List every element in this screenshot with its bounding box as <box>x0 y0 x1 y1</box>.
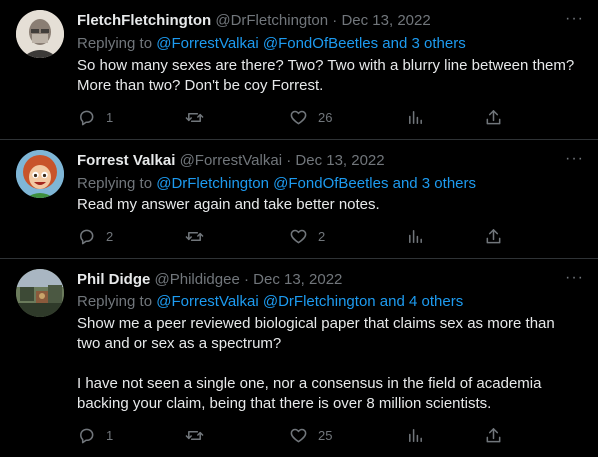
replying-to-label: Replying to <box>77 293 153 310</box>
retweet-button[interactable] <box>185 227 204 246</box>
tweet-text-line: I have not seen a single one, nor a cons… <box>77 375 542 392</box>
action-bar: 1 26 <box>77 108 507 128</box>
display-name[interactable]: Forrest Valkai <box>77 152 175 169</box>
analytics-icon <box>409 111 422 124</box>
like-button[interactable]: 2 <box>289 227 325 246</box>
mentions-link[interactable]: @ForrestValkai @DrFletchington and 4 oth… <box>156 293 463 310</box>
tweet-text-line: So how many sexes are there? Two? Two wi… <box>77 57 575 74</box>
like-button[interactable]: 25 <box>289 426 332 445</box>
tweet-header: FletchFletchington @DrFletchington · Dec… <box>77 12 431 29</box>
handle[interactable]: @ForrestValkai <box>180 152 282 169</box>
retweet-icon <box>185 430 204 441</box>
separator: · <box>332 12 338 29</box>
replying-to: Replying to @ForrestValkai @DrFletchingt… <box>77 293 463 310</box>
handle[interactable]: @DrFletchington <box>215 12 328 29</box>
reply-count: 1 <box>106 428 114 443</box>
more-options-icon[interactable]: ··· <box>565 269 584 287</box>
reply-button[interactable]: 2 <box>77 227 113 246</box>
reply-count: 1 <box>106 110 114 125</box>
tweet-text-line: More than two? Don't be coy Forrest. <box>77 77 324 94</box>
analytics-button[interactable] <box>406 426 425 445</box>
share-button[interactable] <box>484 108 503 127</box>
timestamp[interactable]: Dec 13, 2022 <box>253 271 342 288</box>
more-options-icon[interactable]: ··· <box>565 150 584 168</box>
avatar-image <box>16 150 64 198</box>
tweet-text: Show me a peer reviewed biological paper… <box>77 314 582 414</box>
avatar[interactable] <box>16 150 64 198</box>
reply-icon <box>80 110 94 126</box>
reply-icon <box>80 229 94 245</box>
avatar-image <box>16 10 64 58</box>
replying-to: Replying to @DrFletchington @FondOfBeetl… <box>77 175 476 192</box>
tweet-text-line <box>77 354 582 374</box>
share-icon <box>486 229 501 244</box>
separator: · <box>286 152 292 169</box>
reply-button[interactable]: 1 <box>77 426 113 445</box>
tweet-text-line: Read my answer again and take better not… <box>77 196 380 213</box>
analytics-icon <box>409 230 422 243</box>
timestamp[interactable]: Dec 13, 2022 <box>295 152 384 169</box>
tweet[interactable]: Forrest Valkai @ForrestValkai · Dec 13, … <box>0 140 598 258</box>
action-bar: 2 2 <box>77 227 507 247</box>
tweet-text: So how many sexes are there? Two? Two wi… <box>77 56 582 96</box>
reply-button[interactable]: 1 <box>77 108 113 127</box>
replying-to: Replying to @ForrestValkai @FondOfBeetle… <box>77 35 466 52</box>
tweet-text-line: two and or sex as a spectrum? <box>77 335 282 352</box>
avatar[interactable] <box>16 10 64 58</box>
reply-count: 2 <box>106 229 114 244</box>
mentions-link[interactable]: @DrFletchington @FondOfBeetles and 3 oth… <box>156 175 476 192</box>
replying-to-label: Replying to <box>77 175 153 192</box>
mentions-link[interactable]: @ForrestValkai @FondOfBeetles and 3 othe… <box>156 35 466 52</box>
separator: · <box>243 271 249 288</box>
tweet-text-line: backing your claim, being that there is … <box>77 395 492 412</box>
avatar[interactable] <box>16 269 64 317</box>
retweet-button[interactable] <box>185 108 204 127</box>
share-button[interactable] <box>484 227 503 246</box>
action-bar: 1 25 <box>77 426 507 446</box>
analytics-button[interactable] <box>406 108 425 127</box>
display-name[interactable]: FletchFletchington <box>77 12 211 29</box>
like-button[interactable]: 26 <box>289 108 332 127</box>
heart-icon <box>290 110 307 125</box>
display-name[interactable]: Phil Didge <box>77 271 150 288</box>
retweet-icon <box>185 112 204 123</box>
tweet[interactable]: FletchFletchington @DrFletchington · Dec… <box>0 0 598 140</box>
tweet-text-line: Show me a peer reviewed biological paper… <box>77 315 555 332</box>
replying-to-label: Replying to <box>77 35 153 52</box>
heart-icon <box>290 229 307 244</box>
tweet-header: Phil Didge @Phildidgee · Dec 13, 2022 <box>77 271 342 288</box>
like-count: 25 <box>318 428 333 443</box>
retweet-button[interactable] <box>185 426 204 445</box>
tweet-text: Read my answer again and take better not… <box>77 195 582 215</box>
share-icon <box>486 428 501 443</box>
reply-icon <box>80 428 94 444</box>
heart-icon <box>290 428 307 443</box>
tweet[interactable]: Phil Didge @Phildidgee · Dec 13, 2022 ··… <box>0 259 598 457</box>
share-icon <box>486 110 501 125</box>
retweet-icon <box>185 231 204 242</box>
tweet-header: Forrest Valkai @ForrestValkai · Dec 13, … <box>77 152 385 169</box>
analytics-button[interactable] <box>406 227 425 246</box>
like-count: 2 <box>318 229 326 244</box>
timestamp[interactable]: Dec 13, 2022 <box>341 12 430 29</box>
more-options-icon[interactable]: ··· <box>565 10 584 28</box>
handle[interactable]: @Phildidgee <box>155 271 240 288</box>
like-count: 26 <box>318 110 333 125</box>
analytics-icon <box>409 429 422 442</box>
avatar-image <box>16 269 64 317</box>
share-button[interactable] <box>484 426 503 445</box>
